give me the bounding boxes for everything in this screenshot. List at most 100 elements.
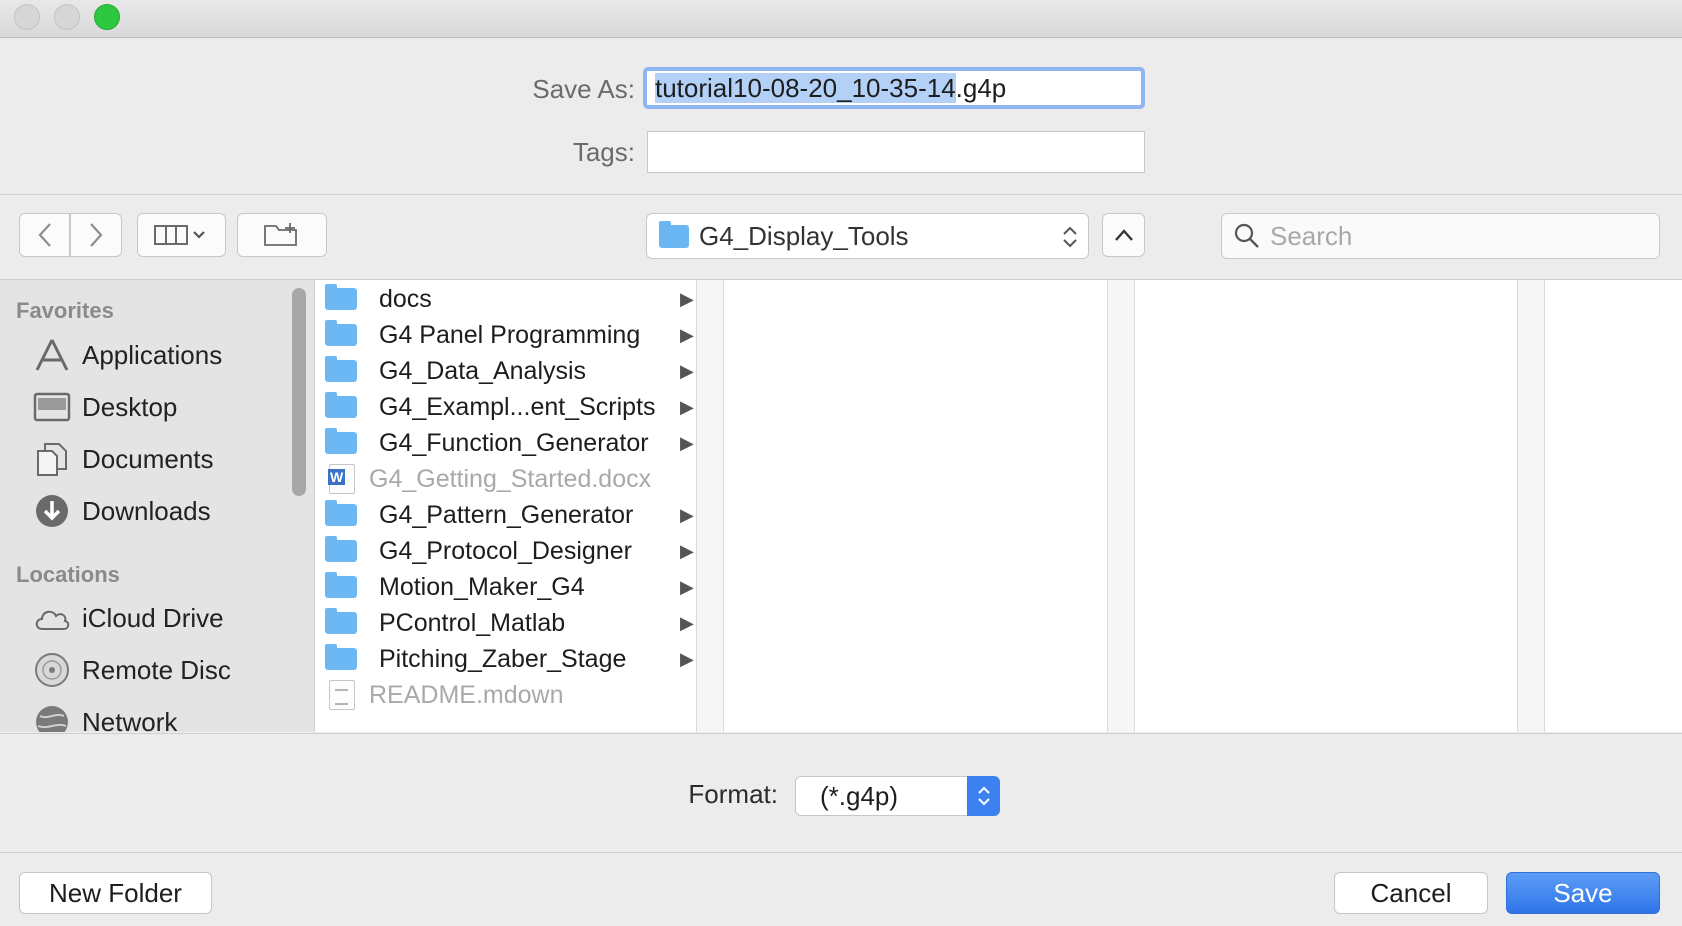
disclosure-arrow-icon: ▶ bbox=[680, 360, 694, 381]
save-as-label: Save As: bbox=[532, 74, 635, 104]
disclosure-arrow-icon: ▶ bbox=[680, 432, 694, 453]
expand-collapse-button[interactable] bbox=[1102, 213, 1145, 257]
format-value: (*.g4p) bbox=[820, 781, 899, 811]
disclosure-arrow-icon: ▶ bbox=[680, 576, 694, 597]
column-resize-handle[interactable] bbox=[1107, 280, 1134, 732]
file-name: G4_Function_Generator bbox=[379, 428, 649, 457]
column-resize-handle[interactable] bbox=[1517, 280, 1544, 732]
list-item[interactable]: G4_Function_Generator ▶ bbox=[325, 425, 695, 461]
format-label: Format: bbox=[688, 779, 778, 809]
filename-selected-text: tutorial10-08-20_10-35-14 bbox=[655, 73, 956, 103]
file-name: Motion_Maker_G4 bbox=[379, 572, 585, 601]
folder-icon bbox=[659, 220, 689, 248]
disclosure-arrow-icon: ▶ bbox=[680, 612, 694, 633]
disclosure-arrow-icon: ▶ bbox=[680, 324, 694, 345]
sidebar-scrollbar[interactable] bbox=[292, 288, 306, 496]
folder-icon bbox=[325, 608, 357, 634]
file-name: G4 Panel Programming bbox=[379, 320, 641, 349]
chevron-left-icon bbox=[38, 223, 51, 247]
file-browser: docs ▶ G4 Panel Programming ▶ G4_Data_An… bbox=[315, 280, 1682, 732]
sidebar-item-remote-disc[interactable]: Remote Disc bbox=[32, 647, 231, 693]
sidebar-item-downloads[interactable]: Downloads bbox=[32, 488, 211, 534]
sidebar-item-label: iCloud Drive bbox=[82, 602, 224, 633]
title-bar bbox=[0, 0, 1682, 38]
column-resize-handle[interactable] bbox=[696, 280, 723, 732]
sidebar-item-label: Remote Disc bbox=[82, 654, 231, 685]
favorites-heading: Favorites bbox=[16, 298, 114, 323]
tags-input[interactable] bbox=[647, 131, 1145, 173]
sidebar-item-icloud-drive[interactable]: iCloud Drive bbox=[32, 595, 224, 641]
new-folder-icon bbox=[264, 223, 297, 246]
file-name: G4_Protocol_Designer bbox=[379, 536, 632, 565]
folder-icon bbox=[325, 572, 357, 598]
list-item[interactable]: G4_Data_Analysis ▶ bbox=[325, 353, 695, 389]
column-divider bbox=[1517, 280, 1518, 732]
list-item: README.mdown bbox=[325, 677, 695, 713]
list-item[interactable]: Pitching_Zaber_Stage ▶ bbox=[325, 641, 695, 677]
column-divider bbox=[1544, 280, 1545, 732]
disc-icon bbox=[32, 652, 72, 688]
sidebar-item-desktop[interactable]: Desktop bbox=[32, 384, 177, 430]
view-options-button[interactable] bbox=[137, 213, 226, 257]
list-item[interactable]: docs ▶ bbox=[325, 281, 695, 317]
up-down-chevron-icon bbox=[1063, 226, 1077, 248]
save-as-input[interactable]: tutorial10-08-20_10-35-14.g4p bbox=[643, 67, 1145, 109]
disclosure-arrow-icon: ▶ bbox=[680, 540, 694, 561]
downloads-icon bbox=[32, 493, 72, 529]
chevron-right-icon bbox=[90, 223, 103, 247]
locations-heading: Locations bbox=[16, 562, 120, 587]
word-document-icon bbox=[328, 464, 355, 494]
minimize-window-button[interactable] bbox=[54, 4, 80, 30]
disclosure-arrow-icon: ▶ bbox=[680, 396, 694, 417]
close-window-button[interactable] bbox=[14, 4, 40, 30]
file-name: Pitching_Zaber_Stage bbox=[379, 644, 627, 673]
sidebar-item-label: Network bbox=[82, 706, 178, 733]
sidebar-item-label: Desktop bbox=[82, 391, 178, 422]
network-icon bbox=[32, 704, 72, 732]
search-placeholder: Search bbox=[1270, 220, 1353, 251]
location-popup[interactable]: G4_Display_Tools bbox=[646, 213, 1089, 259]
applications-icon bbox=[32, 337, 72, 373]
column-divider bbox=[696, 280, 697, 732]
list-item[interactable]: G4_Pattern_Generator ▶ bbox=[325, 497, 695, 533]
column-divider bbox=[723, 280, 724, 732]
search-icon bbox=[1234, 223, 1259, 248]
sidebar-item-documents[interactable]: Documents bbox=[32, 436, 214, 482]
disclosure-arrow-icon: ▶ bbox=[680, 504, 694, 525]
back-button[interactable] bbox=[19, 213, 70, 257]
location-label: G4_Display_Tools bbox=[699, 220, 909, 251]
list-item[interactable]: Motion_Maker_G4 ▶ bbox=[325, 569, 695, 605]
list-item[interactable]: G4_Exampl...ent_Scripts ▶ bbox=[325, 389, 695, 425]
folder-icon bbox=[325, 500, 357, 526]
tags-label: Tags: bbox=[572, 137, 635, 167]
file-name: PControl_Matlab bbox=[379, 608, 566, 637]
disclosure-arrow-icon: ▶ bbox=[680, 648, 694, 669]
sidebar: Favorites Applications Desktop Documents… bbox=[0, 280, 315, 732]
zoom-window-button[interactable] bbox=[94, 4, 120, 30]
cancel-button[interactable]: Cancel bbox=[1334, 872, 1488, 914]
save-button[interactable]: Save bbox=[1506, 872, 1660, 914]
disclosure-arrow-icon: ▶ bbox=[680, 288, 694, 309]
new-folder-button[interactable]: New Folder bbox=[19, 872, 212, 914]
folder-icon bbox=[325, 284, 357, 310]
save-dialog: Save As: tutorial10-08-20_10-35-14.g4p T… bbox=[0, 0, 1682, 926]
desktop-icon bbox=[32, 389, 72, 425]
new-folder-toolbar-button[interactable] bbox=[237, 213, 327, 257]
folder-icon bbox=[325, 320, 357, 346]
list-item[interactable]: G4_Protocol_Designer ▶ bbox=[325, 533, 695, 569]
browser-toolbar: G4_Display_Tools Search bbox=[0, 195, 1682, 280]
list-item: G4_Getting_Started.docx bbox=[325, 461, 695, 497]
sidebar-item-network[interactable]: Network bbox=[32, 699, 177, 732]
sidebar-item-applications[interactable]: Applications bbox=[32, 332, 222, 378]
documents-icon bbox=[32, 441, 72, 477]
forward-button[interactable] bbox=[70, 213, 122, 257]
column-divider bbox=[1107, 280, 1108, 732]
search-field[interactable]: Search bbox=[1221, 213, 1660, 259]
list-item[interactable]: G4 Panel Programming ▶ bbox=[325, 317, 695, 353]
up-down-chevron-icon bbox=[967, 776, 1000, 816]
sidebar-item-label: Applications bbox=[82, 339, 223, 370]
column-view-icon bbox=[153, 225, 205, 245]
format-select[interactable]: (*.g4p) bbox=[795, 776, 1000, 816]
file-name: G4_Exampl...ent_Scripts bbox=[379, 392, 656, 421]
list-item[interactable]: PControl_Matlab ▶ bbox=[325, 605, 695, 641]
